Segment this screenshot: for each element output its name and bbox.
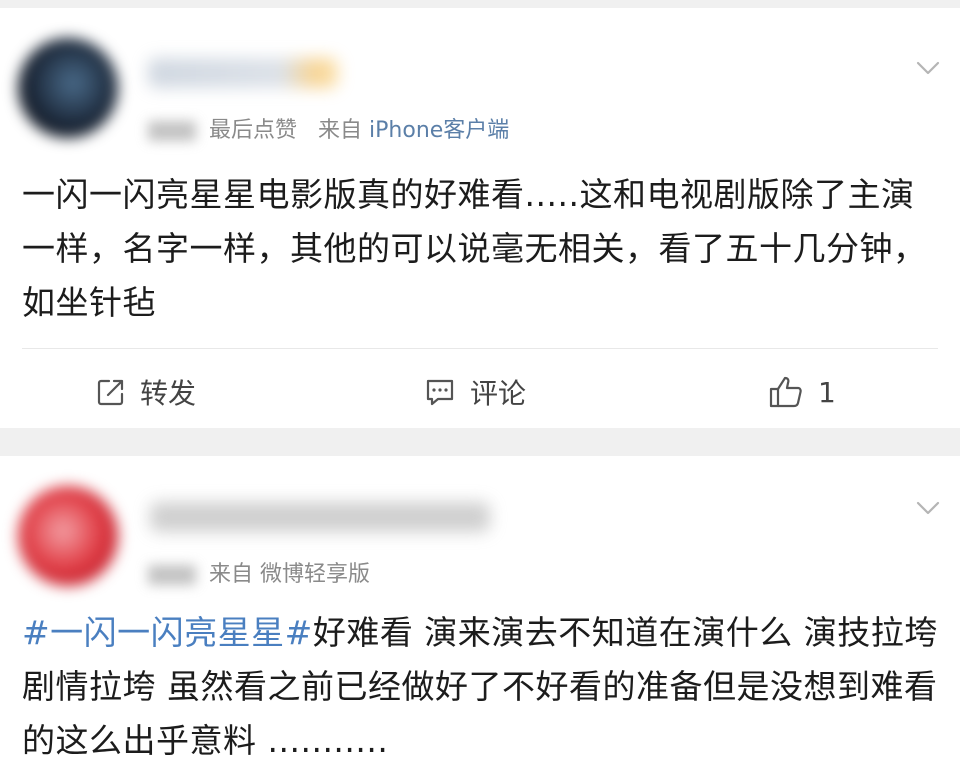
username-redacted	[148, 58, 338, 88]
source-link[interactable]: iPhone客户端	[369, 118, 509, 143]
source-name[interactable]: 微博轻享版	[260, 562, 370, 587]
repost-icon	[97, 379, 124, 406]
comment-icon	[426, 379, 454, 406]
like-button[interactable]: 1	[768, 360, 836, 424]
comment-button[interactable]: 评论	[424, 360, 526, 424]
post-meta: 来自 微博轻享版	[148, 556, 370, 588]
repost-button[interactable]: 转发	[96, 360, 196, 424]
avatar[interactable]	[18, 486, 118, 586]
divider	[22, 348, 938, 349]
source-prefix: 来自	[318, 118, 363, 143]
source-prefix: 来自	[209, 562, 254, 587]
chevron-down-icon[interactable]	[916, 496, 940, 520]
post-card: 来自 微博轻享版 #一闪一闪亮星星#好难看 演来演去不知道在演什么 演技拉垮 剧…	[0, 456, 960, 784]
repost-label: 转发	[140, 377, 197, 410]
post-text: #一闪一闪亮星星#好难看 演来演去不知道在演什么 演技拉垮 剧情拉垮 虽然看之前…	[22, 606, 940, 768]
comment-label: 评论	[470, 377, 527, 410]
post-text: 一闪一闪亮星星电影版真的好难看.....这和电视剧版除了主演一样，名字一样，其他…	[22, 175, 927, 322]
post-meta: 最后点赞 来自 iPhone客户端	[148, 112, 509, 144]
avatar[interactable]	[18, 38, 118, 138]
like-count: 1	[818, 375, 836, 409]
time-redacted	[148, 121, 196, 141]
topic-hashtag[interactable]: #一闪一闪亮星星#	[22, 613, 313, 652]
like-icon	[769, 376, 802, 408]
last-like-label: 最后点赞	[209, 118, 298, 143]
time-redacted	[148, 565, 196, 585]
post-card: 最后点赞 来自 iPhone客户端 一闪一闪亮星星电影版真的好难看.....这和…	[0, 8, 960, 428]
action-bar: 转发 评论 1	[0, 360, 960, 424]
username-redacted	[150, 502, 490, 532]
chevron-down-icon[interactable]	[916, 56, 940, 80]
